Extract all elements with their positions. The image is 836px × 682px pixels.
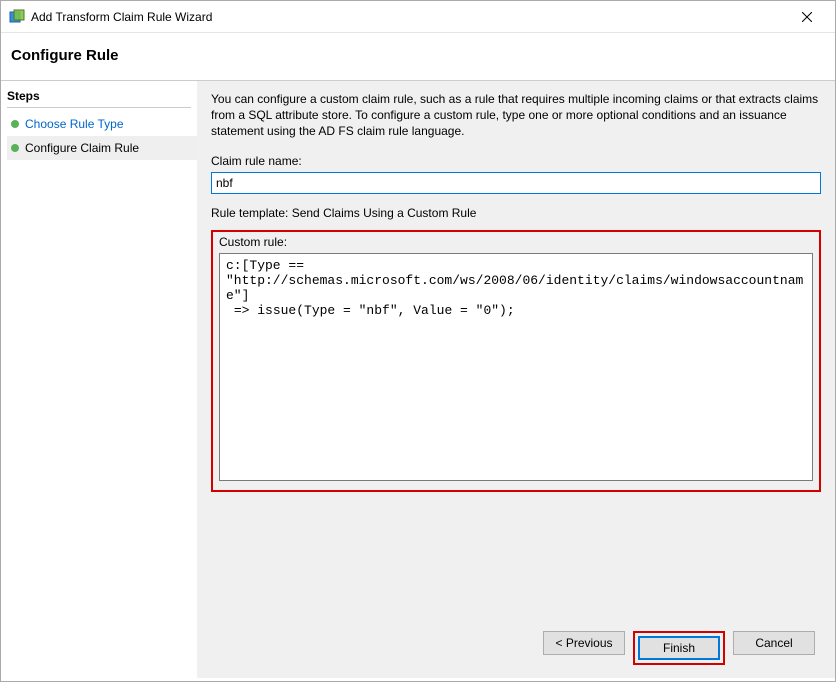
custom-rule-label: Custom rule: — [219, 235, 813, 249]
step-configure-claim-rule[interactable]: Configure Claim Rule — [7, 136, 197, 160]
steps-heading: Steps — [7, 89, 191, 108]
step-bullet-icon — [11, 144, 19, 152]
claim-rule-name-label: Claim rule name: — [211, 154, 821, 168]
close-icon — [802, 12, 812, 22]
close-button[interactable] — [787, 3, 827, 31]
step-choose-rule-type[interactable]: Choose Rule Type — [7, 112, 197, 136]
claim-rule-name-input[interactable] — [211, 172, 821, 194]
window-title: Add Transform Claim Rule Wizard — [31, 10, 787, 24]
steps-pane: Steps Choose Rule Type Configure Claim R… — [1, 81, 197, 678]
intro-text: You can configure a custom claim rule, s… — [211, 91, 821, 140]
custom-rule-section: Custom rule: — [211, 230, 821, 492]
step-label: Choose Rule Type — [25, 117, 124, 131]
finish-button[interactable]: Finish — [638, 636, 720, 660]
previous-button[interactable]: < Previous — [543, 631, 625, 655]
custom-rule-textarea[interactable] — [219, 253, 813, 481]
wizard-header: Configure Rule — [1, 33, 835, 81]
step-bullet-icon — [11, 120, 19, 128]
title-bar: Add Transform Claim Rule Wizard — [1, 1, 835, 33]
page-title: Configure Rule — [11, 47, 825, 64]
app-icon — [9, 9, 25, 25]
step-label: Configure Claim Rule — [25, 141, 139, 155]
main-pane: You can configure a custom claim rule, s… — [197, 81, 835, 678]
cancel-button[interactable]: Cancel — [733, 631, 815, 655]
rule-template-text: Rule template: Send Claims Using a Custo… — [211, 206, 821, 220]
wizard-buttons: < Previous Finish Cancel — [543, 631, 815, 665]
